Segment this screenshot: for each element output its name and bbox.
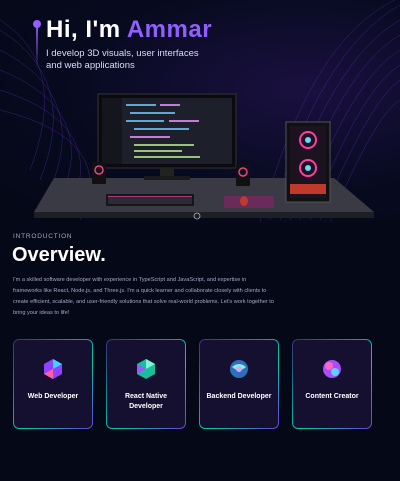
hero-section: Hi, I'm Ammar I develop 3D visuals, user… (0, 0, 400, 222)
section-title: Overview. (12, 244, 106, 266)
overview-text: I'm a skilled software developer with ex… (13, 277, 274, 316)
service-cards: Web Developer React Native Developer Bac… (13, 339, 373, 431)
section-label: INTRODUCTION (13, 233, 73, 240)
service-card-inner: Web Developer (14, 340, 92, 428)
hero-name: Ammar (126, 16, 213, 43)
service-card-backend[interactable]: Backend Developer (199, 339, 279, 429)
service-card-title: Content Creator (305, 393, 359, 400)
service-card-inner: Backend Developer (200, 340, 278, 428)
creator-icon (323, 360, 341, 378)
service-card-title: Web Developer (27, 393, 79, 400)
service-card-react-native[interactable]: React Native Developer (106, 339, 186, 429)
accent-line (36, 24, 38, 68)
service-card-title: Backend Developer (206, 393, 272, 400)
mobile-developer-icon (137, 359, 155, 379)
web-developer-icon (44, 359, 62, 379)
service-card-web[interactable]: Web Developer (13, 339, 93, 429)
hero-greeting: Hi, I'm (46, 16, 127, 43)
service-card-content[interactable]: Content Creator (292, 339, 372, 429)
service-card-inner: Content Creator (293, 340, 371, 428)
hero-title: Hi, I'm Ammar (46, 16, 212, 44)
service-card-inner: React Native Developer (107, 340, 185, 428)
hero-subtitle: I develop 3D visuals, user interfaces an… (46, 48, 199, 71)
backend-icon (230, 360, 248, 378)
service-card-title: React Native Developer (124, 393, 168, 410)
desk-setup-3d-model[interactable] (34, 92, 379, 220)
